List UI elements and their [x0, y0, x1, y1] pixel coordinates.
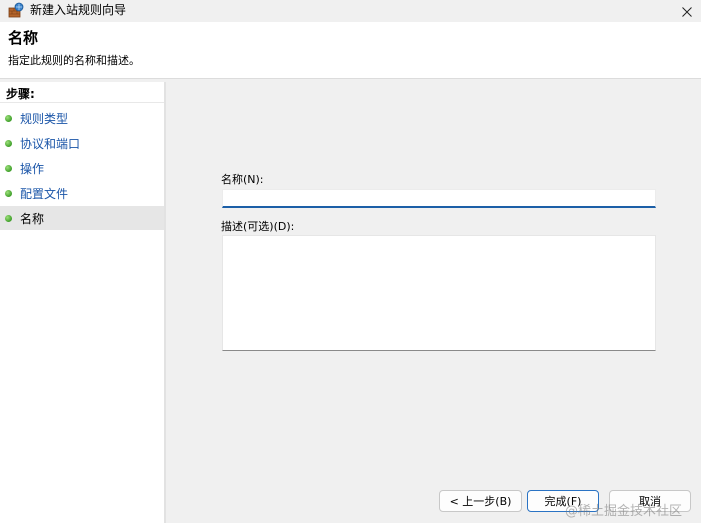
step-bullet-icon [5, 189, 12, 197]
page-subtitle: 指定此规则的名称和描述。 [8, 54, 140, 67]
page-header: 名称 指定此规则的名称和描述。 [0, 22, 701, 79]
close-button[interactable] [673, 0, 701, 22]
step-bullet-icon [5, 164, 12, 172]
page-title: 名称 [8, 29, 39, 47]
description-input[interactable] [222, 235, 656, 351]
step-profile[interactable]: 配置文件 [0, 181, 164, 205]
title-bar: 新建入站规则向导 [0, 0, 701, 23]
name-label: 名称(N): [221, 173, 264, 186]
firewall-rule-icon [8, 2, 24, 18]
steps-divider [0, 102, 164, 103]
step-action[interactable]: 操作 [0, 156, 164, 180]
step-label: 操作 [20, 161, 45, 176]
step-bullet-icon [5, 139, 12, 147]
step-label: 规则类型 [20, 111, 69, 126]
name-input[interactable] [222, 189, 656, 208]
step-label: 配置文件 [20, 186, 69, 201]
step-label: 名称 [20, 211, 45, 226]
close-icon [682, 2, 692, 21]
back-button[interactable]: < 上一步(B) [439, 490, 522, 512]
step-name: 名称 [0, 206, 164, 230]
steps-sidebar: 步骤: 规则类型 协议和端口 操作 配置文件 名称 [0, 82, 164, 523]
step-bullet-icon [5, 114, 12, 122]
description-label: 描述(可选)(D): [221, 220, 295, 233]
window-title: 新建入站规则向导 [30, 3, 127, 17]
step-label: 协议和端口 [20, 136, 81, 151]
step-bullet-icon [5, 214, 12, 222]
sidebar-divider [164, 82, 166, 523]
step-rule-type[interactable]: 规则类型 [0, 106, 164, 130]
watermark: @稀土掘金技术社区 [565, 504, 683, 519]
steps-heading: 步骤: [6, 87, 35, 101]
step-protocol-ports[interactable]: 协议和端口 [0, 131, 164, 155]
